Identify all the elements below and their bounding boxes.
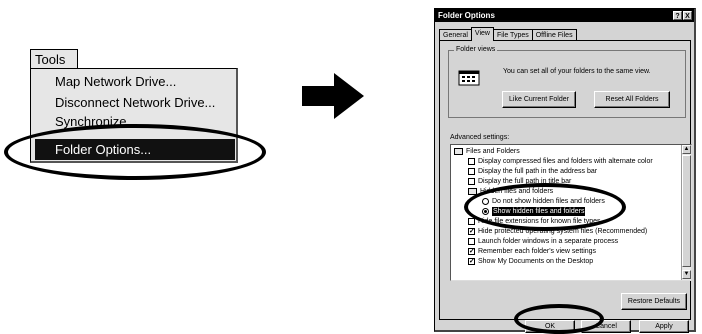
tab-view[interactable]: View bbox=[470, 27, 494, 41]
setting-compressed-color[interactable]: Display compressed files and folders wit… bbox=[468, 157, 653, 166]
folder-views-legend: Folder views bbox=[454, 46, 498, 53]
folder-icon bbox=[468, 188, 477, 195]
view-tab-panel: Folder views You can set all of your fol… bbox=[439, 40, 692, 320]
setting-remember-view[interactable]: ✓ Remember each folder's view settings bbox=[468, 247, 596, 256]
checkbox-unchecked[interactable] bbox=[468, 168, 475, 175]
folder-options-dialog: Folder Options ? X General View File Typ… bbox=[434, 8, 696, 333]
tools-menu-title[interactable]: Tools bbox=[30, 49, 78, 69]
setting-hide-extensions[interactable]: Hide file extensions for known file type… bbox=[468, 217, 601, 226]
setting-label: Hidden files and folders bbox=[480, 188, 554, 195]
checkbox-checked[interactable]: ✓ bbox=[468, 248, 475, 255]
radio-unselected[interactable] bbox=[482, 198, 489, 205]
setting-full-path-title-bar[interactable]: Display the full path in title bar bbox=[468, 177, 571, 186]
setting-label: Launch folder windows in a separate proc… bbox=[478, 238, 619, 245]
scroll-thumb[interactable] bbox=[682, 155, 691, 267]
setting-show-hidden[interactable]: Show hidden files and folders bbox=[482, 207, 586, 216]
checkbox-unchecked[interactable] bbox=[468, 218, 475, 225]
tree-folder-files-and-folders: Files and Folders bbox=[454, 147, 520, 156]
tree-folder-hidden-files: Hidden files and folders bbox=[468, 187, 553, 196]
ok-button[interactable]: OK bbox=[525, 320, 575, 333]
checkbox-unchecked[interactable] bbox=[468, 178, 475, 185]
checkbox-checked[interactable]: ✓ bbox=[468, 258, 475, 265]
tools-menu: Map Network Drive... Disconnect Network … bbox=[30, 68, 238, 163]
folder-icon bbox=[454, 148, 463, 155]
setting-full-path-address-bar[interactable]: Display the full path in the address bar bbox=[468, 167, 597, 176]
menu-item-map-network-drive[interactable]: Map Network Drive... bbox=[35, 71, 235, 92]
like-current-folder-button[interactable]: Like Current Folder bbox=[502, 91, 576, 108]
setting-label: Files and Folders bbox=[466, 148, 520, 155]
checkbox-checked[interactable]: ✓ bbox=[468, 228, 475, 235]
cancel-button[interactable]: Cancel bbox=[581, 320, 631, 333]
setting-hide-protected-files[interactable]: ✓ Hide protected operating system files … bbox=[468, 227, 647, 236]
folder-view-icon bbox=[458, 70, 480, 86]
setting-label: Do not show hidden files and folders bbox=[492, 198, 605, 205]
right-arrow-icon bbox=[302, 73, 364, 119]
close-button[interactable]: X bbox=[683, 11, 692, 20]
setting-do-not-show-hidden[interactable]: Do not show hidden files and folders bbox=[482, 197, 605, 206]
setting-label: Show hidden files and folders bbox=[492, 207, 586, 216]
menu-item-disconnect-network-drive[interactable]: Disconnect Network Drive... bbox=[35, 92, 235, 113]
folder-views-description: You can set all of your folders to the s… bbox=[503, 68, 651, 75]
setting-label: Display the full path in the address bar bbox=[478, 168, 598, 175]
vertical-scrollbar[interactable]: ▲ ▼ bbox=[681, 145, 691, 280]
help-button[interactable]: ? bbox=[673, 11, 682, 20]
setting-label: Remember each folder's view settings bbox=[478, 248, 597, 255]
advanced-settings-list[interactable]: Files and Folders Display compressed fil… bbox=[450, 144, 692, 281]
checkbox-unchecked[interactable] bbox=[468, 238, 475, 245]
scroll-up-arrow-icon[interactable]: ▲ bbox=[682, 145, 691, 154]
dialog-titlebar: Folder Options ? X bbox=[435, 9, 694, 22]
folder-views-group: Folder views You can set all of your fol… bbox=[448, 46, 686, 118]
menu-item-folder-options[interactable]: Folder Options... bbox=[35, 139, 235, 160]
setting-label: Hide file extensions for known file type… bbox=[478, 218, 601, 225]
restore-defaults-button[interactable]: Restore Defaults bbox=[621, 293, 687, 310]
checkbox-unchecked[interactable] bbox=[468, 158, 475, 165]
dialog-title: Folder Options bbox=[438, 11, 495, 20]
setting-label: Hide protected operating system files (R… bbox=[478, 228, 648, 235]
menu-item-synchronize[interactable]: Synchronize... bbox=[35, 111, 235, 132]
reset-all-folders-button[interactable]: Reset All Folders bbox=[594, 91, 670, 108]
setting-label: Display compressed files and folders wit… bbox=[478, 158, 653, 165]
dialog-tabs: General View File Types Offline Files bbox=[439, 27, 577, 41]
setting-separate-process[interactable]: Launch folder windows in a separate proc… bbox=[468, 237, 618, 246]
setting-show-my-documents[interactable]: ✓ Show My Documents on the Desktop bbox=[468, 257, 593, 266]
setting-label: Display the full path in title bar bbox=[478, 178, 572, 185]
radio-selected[interactable] bbox=[482, 208, 489, 215]
setting-label: Show My Documents on the Desktop bbox=[478, 258, 594, 265]
scroll-down-arrow-icon[interactable]: ▼ bbox=[682, 270, 691, 279]
advanced-settings-label: Advanced settings: bbox=[450, 134, 510, 141]
apply-button[interactable]: Apply bbox=[639, 320, 689, 333]
